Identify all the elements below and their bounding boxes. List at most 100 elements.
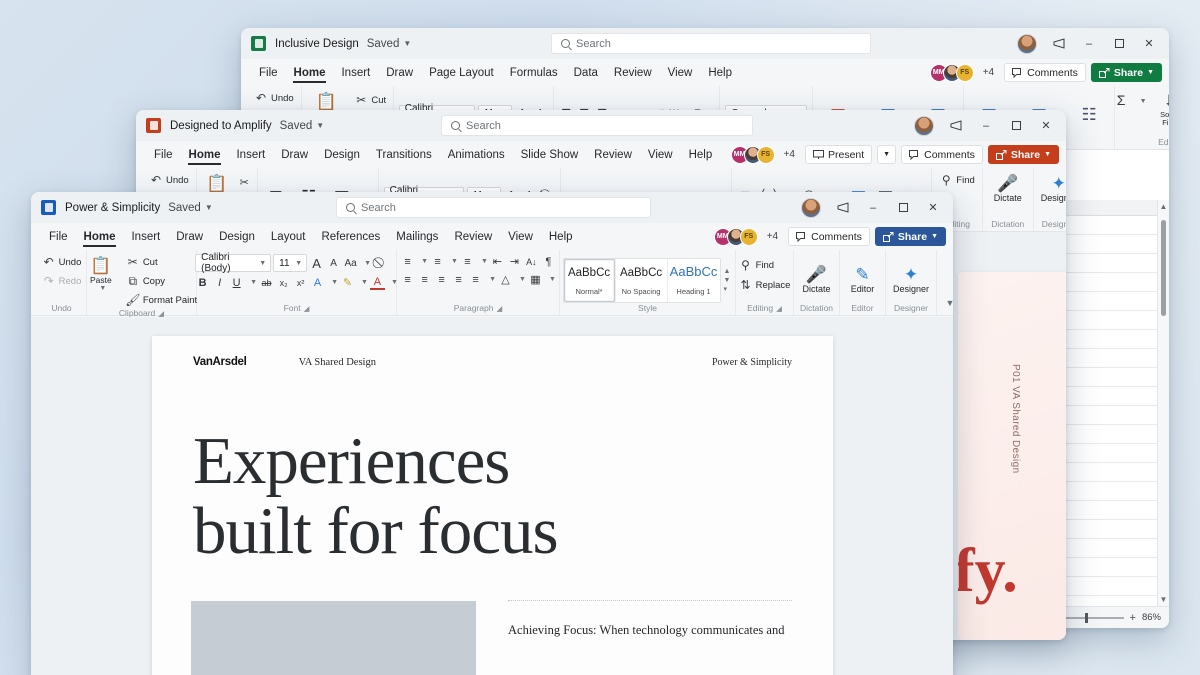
excel-search-input[interactable]: Search — [551, 33, 871, 54]
tab-file[interactable]: File — [146, 141, 181, 168]
increase-indent-icon[interactable]: ⇥ — [507, 254, 522, 269]
tab-mailings[interactable]: Mailings — [388, 223, 446, 250]
account-avatar[interactable] — [1017, 33, 1037, 54]
minimize-button[interactable]: – — [972, 110, 1000, 141]
chevron-down-icon[interactable]: ▼ — [451, 258, 458, 265]
comments-button[interactable]: Comments — [1004, 63, 1086, 82]
chevron-down-icon[interactable]: ▼ — [316, 121, 324, 130]
chevron-down-icon[interactable]: ▼ — [205, 203, 213, 212]
font-color-button[interactable]: A — [369, 275, 385, 290]
presence-overflow-count[interactable]: +4 — [784, 149, 795, 160]
chevron-down-icon[interactable]: ▼ — [946, 298, 953, 308]
presence-avatars[interactable]: MM FS — [713, 227, 758, 246]
font-name-box[interactable]: Calibri (Body) ▼ — [195, 252, 272, 274]
maximize-button[interactable] — [1002, 110, 1030, 141]
superscript-button[interactable]: x² — [293, 275, 308, 290]
redo-button[interactable]: ↷ Redo — [40, 273, 84, 289]
chevron-down-icon[interactable]: ▼ — [331, 279, 338, 286]
undo-button[interactable]: ↶ Undo — [147, 172, 191, 188]
tab-insert[interactable]: Insert — [123, 223, 168, 250]
chevron-down-icon[interactable]: ▼ — [364, 260, 371, 267]
shading-icon[interactable]: △ — [498, 272, 513, 287]
powerpoint-search-input[interactable]: Search — [441, 115, 753, 136]
justify-icon[interactable]: ≡ — [451, 272, 466, 287]
align-center-icon[interactable]: ≡ — [417, 272, 432, 287]
feedback-icon[interactable] — [829, 192, 857, 223]
tab-data[interactable]: Data — [566, 59, 606, 86]
dictate-button[interactable]: 🎤 Dictate — [988, 172, 1028, 203]
tab-view[interactable]: View — [640, 141, 681, 168]
styles-gallery-nav[interactable]: ▲ ▼ ▾ — [722, 266, 733, 295]
undo-button[interactable]: ↶ Undo — [252, 90, 296, 106]
grow-font-button[interactable]: A — [309, 256, 324, 271]
paste-button[interactable]: 📋 Paste ▼ — [84, 254, 118, 292]
designer-button[interactable]: ✦ Designer — [891, 263, 931, 294]
tab-draw[interactable]: Draw — [273, 141, 316, 168]
find-button[interactable]: ⚲ Find — [937, 172, 976, 188]
change-case-button[interactable]: Aa — [343, 256, 358, 271]
presence-avatar-fs[interactable]: FS — [756, 145, 775, 164]
paste-button[interactable]: 📋 — [202, 172, 232, 193]
chevron-down-icon[interactable]: ▼ — [519, 276, 526, 283]
tab-home[interactable]: Home — [76, 223, 124, 250]
tab-design[interactable]: Design — [211, 223, 263, 250]
scroll-up-icon[interactable]: ▲ — [1158, 202, 1169, 211]
multilevel-list-icon[interactable]: ≡ — [460, 254, 475, 269]
chevron-down-icon[interactable]: ▼ — [421, 258, 428, 265]
editor-button[interactable]: ✎ Editor — [843, 263, 883, 294]
tab-design[interactable]: Design — [316, 141, 368, 168]
powerpoint-saved-status[interactable]: Saved — [280, 120, 313, 132]
bold-button[interactable]: B — [195, 275, 210, 290]
italic-button[interactable]: I — [212, 275, 227, 290]
strikethrough-button[interactable]: ab — [259, 275, 274, 290]
tab-help[interactable]: Help — [681, 141, 721, 168]
tab-review[interactable]: Review — [446, 223, 500, 250]
tab-draw[interactable]: Draw — [168, 223, 211, 250]
shrink-font-button[interactable]: A — [326, 256, 341, 271]
account-avatar[interactable] — [914, 115, 934, 136]
underline-button[interactable]: U — [229, 275, 244, 290]
cut-button[interactable]: ✂ Cut — [352, 92, 388, 108]
tab-review[interactable]: Review — [586, 141, 640, 168]
style-item-normal[interactable]: AaBbCc Normal* — [564, 259, 616, 302]
dialog-launcher-icon[interactable]: ◢ — [776, 304, 782, 313]
text-effects-button[interactable]: A — [310, 275, 325, 290]
borders-icon[interactable]: ▦ — [528, 272, 543, 287]
tab-insert[interactable]: Insert — [228, 141, 273, 168]
account-avatar[interactable] — [801, 197, 821, 218]
cut-button[interactable]: ✂ Cut — [124, 254, 199, 270]
tab-help[interactable]: Help — [700, 59, 740, 86]
bullets-icon[interactable]: ≡ — [400, 254, 415, 269]
dialog-launcher-icon[interactable]: ◢ — [496, 304, 502, 313]
share-button[interactable]: Share ▼ — [1090, 63, 1162, 82]
tab-insert[interactable]: Insert — [333, 59, 378, 86]
chevron-down-icon[interactable]: ▼ — [1140, 98, 1147, 105]
dialog-launcher-icon[interactable]: ◢ — [304, 304, 310, 313]
tab-slide-show[interactable]: Slide Show — [513, 141, 587, 168]
tab-file[interactable]: File — [251, 59, 286, 86]
clear-formatting-button[interactable]: ⃠ — [373, 256, 388, 271]
decrease-indent-icon[interactable]: ⇤ — [490, 254, 505, 269]
comments-button[interactable]: Comments — [788, 227, 870, 246]
tab-file[interactable]: File — [41, 223, 76, 250]
word-saved-status[interactable]: Saved — [168, 202, 201, 214]
tab-page-layout[interactable]: Page Layout — [421, 59, 502, 86]
style-item-heading1[interactable]: AaBbCc Heading 1 — [668, 259, 720, 302]
share-button[interactable]: Share ▼ — [874, 227, 946, 246]
designer-button[interactable]: ✦ Designer — [1039, 172, 1066, 203]
feedback-icon[interactable] — [1045, 28, 1073, 59]
align-left-icon[interactable]: ≡ — [400, 272, 415, 287]
word-search-input[interactable]: Search — [336, 197, 651, 218]
paste-button[interactable]: 📋 — [306, 90, 346, 111]
align-right-icon[interactable]: ≡ — [434, 272, 449, 287]
autosum-button[interactable]: Σ — [1114, 92, 1129, 108]
minimize-button[interactable]: – — [1075, 28, 1103, 59]
tab-view[interactable]: View — [660, 59, 701, 86]
scroll-down-icon[interactable]: ▼ — [1158, 595, 1169, 604]
highlight-color-button[interactable]: ✎ — [340, 275, 355, 290]
tab-view[interactable]: View — [500, 223, 541, 250]
chevron-down-icon[interactable]: ▼ — [99, 285, 106, 292]
line-spacing-icon[interactable]: ≡ — [468, 272, 483, 287]
undo-button[interactable]: ↶ Undo — [40, 254, 84, 270]
word-document-area[interactable]: VanArsdel VA Shared Design Power & Simpl… — [31, 317, 953, 675]
